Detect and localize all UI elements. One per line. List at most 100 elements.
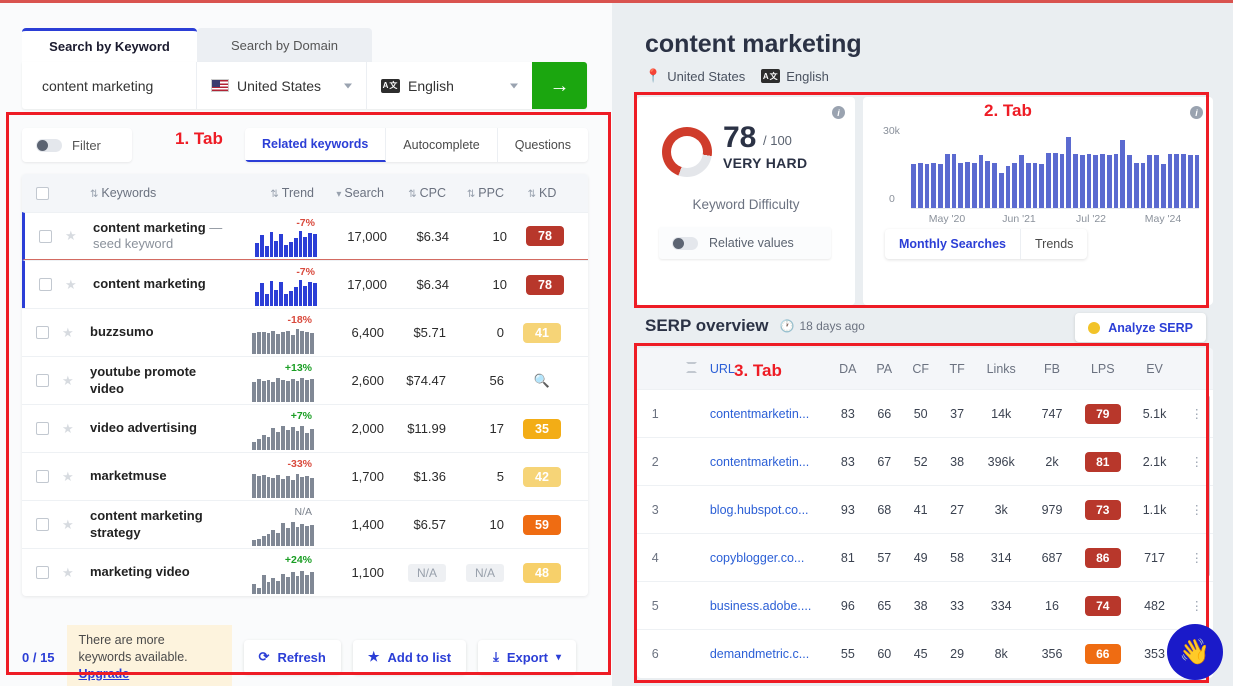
serp-expand-all-button[interactable] xyxy=(673,361,709,376)
tab-autocomplete[interactable]: Autocomplete xyxy=(386,128,498,162)
relative-values-switch[interactable] xyxy=(672,236,698,250)
table-row[interactable]: ★ marketmuse -33% 1,700 $1.36 5 42 xyxy=(22,452,588,500)
row-actions-button[interactable]: ⋮ xyxy=(1180,598,1213,613)
info-icon[interactable]: i xyxy=(1190,106,1203,119)
star-icon[interactable]: ★ xyxy=(65,228,77,243)
serp-links: 8k xyxy=(994,646,1008,661)
ppc-cell: 56 xyxy=(489,373,504,388)
serp-pa: 57 xyxy=(877,550,892,565)
serp-url-link[interactable]: copyblogger.co... xyxy=(710,551,830,565)
row-checkbox[interactable] xyxy=(35,470,49,483)
refresh-button[interactable]: ⟳ Refresh xyxy=(243,640,341,675)
chart-bar xyxy=(1154,155,1159,208)
serp-col-cf[interactable]: CF xyxy=(902,362,938,376)
chart-bar xyxy=(978,155,984,208)
table-row[interactable]: 3 blog.hubspot.co... 93 68 41 27 3k 979 73 1.1k ⋮ xyxy=(637,485,1213,533)
search-submit-button[interactable]: → xyxy=(532,62,587,109)
col-trend[interactable]: ⇅ Trend xyxy=(242,186,314,200)
language-selector[interactable]: A文 English xyxy=(367,62,532,109)
chart-bar xyxy=(1066,137,1071,208)
x-axis-tick-label: Jul '22 xyxy=(1075,213,1107,225)
table-row[interactable]: 1 contentmarketin... 83 66 50 37 14k 747 79 5.1k ⋮ xyxy=(637,389,1213,437)
cpc-cell: N/A xyxy=(384,564,446,582)
add-to-list-button[interactable]: ★ Add to list xyxy=(352,640,467,675)
country-selector[interactable]: United States xyxy=(197,62,367,109)
serp-table: URL DA PA CF TF Links FB LPS EV 1 content… xyxy=(637,348,1213,678)
serp-fb: 16 xyxy=(1045,598,1059,613)
star-icon[interactable]: ★ xyxy=(62,469,74,484)
tab-search-by-domain[interactable]: Search by Domain xyxy=(197,28,372,62)
chart-bar xyxy=(1052,152,1058,208)
keyword-search-input[interactable]: content marketing xyxy=(22,62,197,109)
table-row[interactable]: ★ buzzsumo -18% 6,400 $5.71 0 41 xyxy=(22,308,588,356)
col-cpc[interactable]: ⇅ CPC xyxy=(384,186,446,200)
trend-sparkline xyxy=(252,328,314,354)
serp-col-da[interactable]: DA xyxy=(830,362,866,376)
serp-col-ev[interactable]: EV xyxy=(1129,362,1181,376)
table-row[interactable]: 5 business.adobe.... 96 65 38 33 334 16 74 482 ⋮ xyxy=(637,581,1213,629)
keywords-table-body: ★ content marketing — seed keyword -7% 17,00… xyxy=(22,212,588,596)
search-volume-cell: 6,400 xyxy=(351,325,384,340)
table-row[interactable]: ★ content marketing — seed keyword -7% 17,00… xyxy=(22,212,588,260)
export-button[interactable]: ⤓ Export ▾ xyxy=(478,640,577,675)
filter-toggle-button[interactable]: Filter xyxy=(22,128,132,162)
table-row[interactable]: 4 copyblogger.co... 81 57 49 58 314 687 86 717 ⋮ xyxy=(637,533,1213,581)
table-row[interactable]: 2 contentmarketin... 83 67 52 38 396k 2k 81 2.1k ⋮ xyxy=(637,437,1213,485)
tab-monthly-searches[interactable]: Monthly Searches xyxy=(885,229,1021,259)
table-row[interactable]: ★ youtube promote video +13% 2,600 $74.47 56 🔍 xyxy=(22,356,588,404)
table-row[interactable]: 6demandmetric.c...556045298k35666353⋮ xyxy=(637,629,1213,677)
upgrade-link[interactable]: Upgrade xyxy=(79,667,130,681)
search-icon[interactable]: 🔍 xyxy=(534,373,550,388)
star-icon[interactable]: ★ xyxy=(62,421,74,436)
serp-url-link[interactable]: business.adobe.... xyxy=(710,599,830,613)
info-icon[interactable]: i xyxy=(832,106,845,119)
star-icon[interactable]: ★ xyxy=(65,277,77,292)
table-row[interactable]: ★ content marketing -7% 17,000 $6.34 10 78 xyxy=(22,260,588,308)
col-search[interactable]: ▾ Search xyxy=(314,186,384,200)
select-all-checkbox[interactable] xyxy=(35,186,49,200)
row-checkbox[interactable] xyxy=(38,229,52,243)
kd-badge: 42 xyxy=(523,466,561,487)
serp-url-link[interactable]: blog.hubspot.co... xyxy=(710,503,830,517)
serp-col-pa[interactable]: PA xyxy=(866,362,902,376)
row-checkbox[interactable] xyxy=(35,326,49,339)
star-icon[interactable]: ★ xyxy=(62,565,74,580)
row-checkbox[interactable] xyxy=(35,422,49,435)
serp-tf: 33 xyxy=(950,598,965,613)
row-checkbox[interactable] xyxy=(38,278,52,291)
serp-col-lps[interactable]: LPS xyxy=(1077,362,1129,376)
serp-col-links[interactable]: Links xyxy=(975,362,1027,376)
serp-url-link[interactable]: contentmarketin... xyxy=(710,407,830,421)
row-checkbox[interactable] xyxy=(35,374,49,387)
serp-fb: 687 xyxy=(1041,550,1063,565)
serp-col-tf[interactable]: TF xyxy=(939,362,975,376)
tab-search-by-keyword[interactable]: Search by Keyword xyxy=(22,28,197,62)
tab-related-keywords[interactable]: Related keywords xyxy=(244,128,387,162)
tab-questions[interactable]: Questions xyxy=(498,128,588,162)
serp-col-fb[interactable]: FB xyxy=(1027,362,1077,376)
serp-url-link[interactable]: demandmetric.c... xyxy=(710,647,830,661)
monthly-searches-chart: 30k 0 May '20 Jun '21 Jul '22 May '24 xyxy=(883,125,1200,225)
filter-switch[interactable] xyxy=(36,138,62,152)
tab-trends[interactable]: Trends xyxy=(1021,229,1087,259)
analyze-serp-button[interactable]: Analyze SERP xyxy=(1075,313,1206,342)
col-kd[interactable]: ⇅ KD xyxy=(504,186,580,200)
row-checkbox[interactable] xyxy=(35,566,49,579)
keywords-table: ⇅ Keywords ⇅ Trend ▾ Search ⇅ CPC ⇅ PPC ⇅ KD ★… xyxy=(22,174,588,596)
serp-scrollbar[interactable] xyxy=(1207,396,1210,576)
table-row[interactable]: ★ video advertising +7% 2,000 $11.99 17 35 xyxy=(22,404,588,452)
chart-bar xyxy=(1147,155,1152,208)
search-volume-cell: 17,000 xyxy=(347,228,387,244)
star-icon[interactable]: ★ xyxy=(62,325,74,340)
row-checkbox[interactable] xyxy=(35,518,49,531)
table-row[interactable]: ★ marketing video +24% 1,100 N/A N/A 48 xyxy=(22,548,588,596)
serp-updated: 🕐 18 days ago xyxy=(779,319,864,333)
star-icon[interactable]: ★ xyxy=(62,517,74,532)
relative-values-toggle[interactable]: Relative values xyxy=(659,227,831,259)
chat-widget-button[interactable]: 👋 xyxy=(1167,624,1223,680)
col-ppc[interactable]: ⇅ PPC xyxy=(446,186,504,200)
star-icon[interactable]: ★ xyxy=(62,373,74,388)
col-keywords[interactable]: ⇅ Keywords xyxy=(90,186,242,200)
serp-url-link[interactable]: contentmarketin... xyxy=(710,455,830,469)
table-row[interactable]: ★ content marketing strategy N/A 1,400 $6.57 1… xyxy=(22,500,588,548)
